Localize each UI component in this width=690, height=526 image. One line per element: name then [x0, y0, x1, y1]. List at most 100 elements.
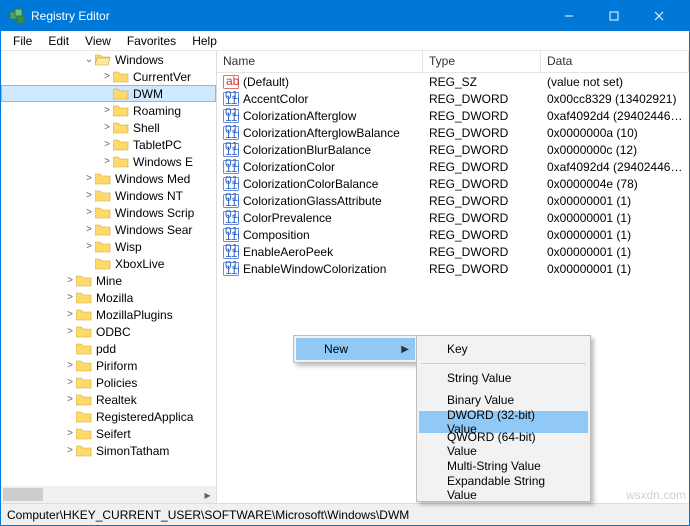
tree-node[interactable]: >Windows E — [1, 153, 216, 170]
tree-expander-icon[interactable]: > — [64, 394, 76, 405]
value-row[interactable]: ColorizationAfterglowBalanceREG_DWORD0x0… — [217, 124, 689, 141]
tree-node[interactable]: >TabletPC — [1, 136, 216, 153]
tree-expander-icon[interactable]: > — [83, 241, 95, 252]
tree-expander-icon[interactable]: > — [101, 71, 113, 82]
tree-expander-icon[interactable]: > — [64, 275, 76, 286]
tree-node[interactable]: > Seifert — [1, 425, 216, 442]
value-row[interactable]: AccentColorREG_DWORD0x00cc8329 (13402921… — [217, 90, 689, 107]
context-menu-item-label: Expandable String Value — [447, 474, 568, 502]
context-menu-item-label: Key — [447, 342, 468, 356]
column-header-name[interactable]: Name — [217, 51, 423, 72]
tree-expander-icon[interactable]: > — [64, 360, 76, 371]
tree-horizontal-scrollbar[interactable]: ◂ ▸ — [1, 486, 216, 503]
tree-node[interactable]: >ODBC — [1, 323, 216, 340]
tree-expander-icon[interactable]: > — [101, 105, 113, 116]
tree-node[interactable]: >Piriform — [1, 357, 216, 374]
context-menu-item-new[interactable]: New ▶ — [296, 338, 415, 360]
tree-node[interactable]: >Windows Med — [1, 170, 216, 187]
tree-node[interactable]: >CurrentVer — [1, 68, 216, 85]
menu-file[interactable]: File — [5, 32, 40, 50]
menu-edit[interactable]: Edit — [40, 32, 77, 50]
context-menu-item[interactable]: QWORD (64-bit) Value — [419, 433, 588, 455]
close-button[interactable] — [636, 1, 681, 31]
tree-node[interactable]: >XboxLive — [1, 255, 216, 272]
value-row[interactable]: ColorPrevalenceREG_DWORD0x00000001 (1) — [217, 209, 689, 226]
tree-node[interactable]: >DWM — [1, 85, 216, 102]
tree-scroll-area[interactable]: ⌄Windows>CurrentVer>DWM>Roaming>Shell>Ta… — [1, 51, 216, 486]
value-row[interactable]: EnableAeroPeekREG_DWORD0x00000001 (1) — [217, 243, 689, 260]
tree-node[interactable]: >pdd — [1, 340, 216, 357]
context-menu-item[interactable]: String Value — [419, 367, 588, 389]
tree-expander-icon[interactable]: > — [64, 377, 76, 388]
tree-expander-icon[interactable]: > — [64, 428, 76, 439]
context-menu-item[interactable]: Expandable String Value — [419, 477, 588, 499]
value-row[interactable]: ColorizationBlurBalanceREG_DWORD0x000000… — [217, 141, 689, 158]
value-row[interactable]: EnableWindowColorizationREG_DWORD0x00000… — [217, 260, 689, 277]
folder-icon — [76, 376, 92, 389]
context-submenu-new: KeyString ValueBinary ValueDWORD (32-bit… — [416, 335, 591, 502]
value-row[interactable]: (Default)REG_SZ(value not set) — [217, 73, 689, 90]
tree-node[interactable]: >Policies — [1, 374, 216, 391]
value-data: 0x0000000a (10) — [541, 126, 689, 140]
tree-node[interactable]: >Mine — [1, 272, 216, 289]
value-row[interactable]: ColorizationColorBalanceREG_DWORD0x00000… — [217, 175, 689, 192]
tree-node[interactable]: >Windows NT — [1, 187, 216, 204]
tree-expander-icon[interactable]: > — [64, 292, 76, 303]
tree-node[interactable]: >Mozilla — [1, 289, 216, 306]
folder-icon — [95, 53, 111, 66]
tree-node[interactable]: >SimonTatham — [1, 442, 216, 459]
tree-node-windows[interactable]: ⌄Windows — [1, 51, 216, 68]
folder-icon — [113, 121, 129, 134]
folder-icon — [95, 172, 111, 185]
tree-expander-icon[interactable]: > — [101, 139, 113, 150]
tree-expander-icon[interactable]: > — [101, 156, 113, 167]
value-row[interactable]: ColorizationAfterglowREG_DWORD0xaf4092d4… — [217, 107, 689, 124]
context-menu-item[interactable]: Key — [419, 338, 588, 360]
value-row[interactable]: CompositionREG_DWORD0x00000001 (1) — [217, 226, 689, 243]
folder-icon — [76, 291, 92, 304]
minimize-button[interactable] — [546, 1, 591, 31]
menu-help[interactable]: Help — [184, 32, 225, 50]
value-name: EnableAeroPeek — [243, 245, 333, 259]
column-header-data[interactable]: Data — [541, 51, 689, 72]
tree-expander-icon[interactable]: > — [64, 326, 76, 337]
tree-expander-icon[interactable]: > — [83, 224, 95, 235]
menu-view[interactable]: View — [77, 32, 119, 50]
value-type: REG_DWORD — [423, 262, 541, 276]
tree-expander-icon[interactable]: > — [83, 190, 95, 201]
folder-icon — [76, 393, 92, 406]
tree-expander-icon[interactable]: > — [101, 122, 113, 133]
menu-favorites[interactable]: Favorites — [119, 32, 184, 50]
tree-node-label: Seifert — [96, 427, 131, 441]
value-row[interactable]: ColorizationGlassAttributeREG_DWORD0x000… — [217, 192, 689, 209]
tree-expander-icon[interactable]: > — [64, 309, 76, 320]
value-row[interactable]: ColorizationColorREG_DWORD0xaf4092d4 (29… — [217, 158, 689, 175]
tree-pane: ⌄Windows>CurrentVer>DWM>Roaming>Shell>Ta… — [1, 51, 217, 503]
scrollbar-thumb[interactable] — [3, 488, 43, 501]
tree-expander-icon[interactable]: ⌄ — [83, 54, 95, 65]
tree-node[interactable]: >Wisp — [1, 238, 216, 255]
tree-expander-icon[interactable]: > — [83, 207, 95, 218]
value-type: REG_DWORD — [423, 109, 541, 123]
value-name: (Default) — [243, 75, 289, 89]
string-value-icon — [223, 74, 239, 90]
statusbar: Computer\HKEY_CURRENT_USER\SOFTWARE\Micr… — [1, 503, 689, 525]
tree-expander-icon[interactable]: > — [83, 173, 95, 184]
tree-node[interactable]: >Realtek — [1, 391, 216, 408]
maximize-button[interactable] — [591, 1, 636, 31]
tree-node[interactable]: >Shell — [1, 119, 216, 136]
binary-value-icon — [223, 91, 239, 107]
tree-node[interactable]: >Windows Sear — [1, 221, 216, 238]
column-header-type[interactable]: Type — [423, 51, 541, 72]
value-type: REG_DWORD — [423, 245, 541, 259]
folder-icon — [95, 206, 111, 219]
tree-node[interactable]: >Roaming — [1, 102, 216, 119]
tree-expander-icon[interactable]: > — [64, 445, 76, 456]
titlebar[interactable]: Registry Editor — [1, 1, 689, 31]
value-name: ColorPrevalence — [243, 211, 332, 225]
scroll-right-arrow-icon[interactable]: ▸ — [199, 486, 216, 503]
tree-node[interactable]: >RegisteredApplica — [1, 408, 216, 425]
tree-node[interactable]: >MozillaPlugins — [1, 306, 216, 323]
folder-icon — [95, 257, 111, 270]
tree-node[interactable]: >Windows Scrip — [1, 204, 216, 221]
